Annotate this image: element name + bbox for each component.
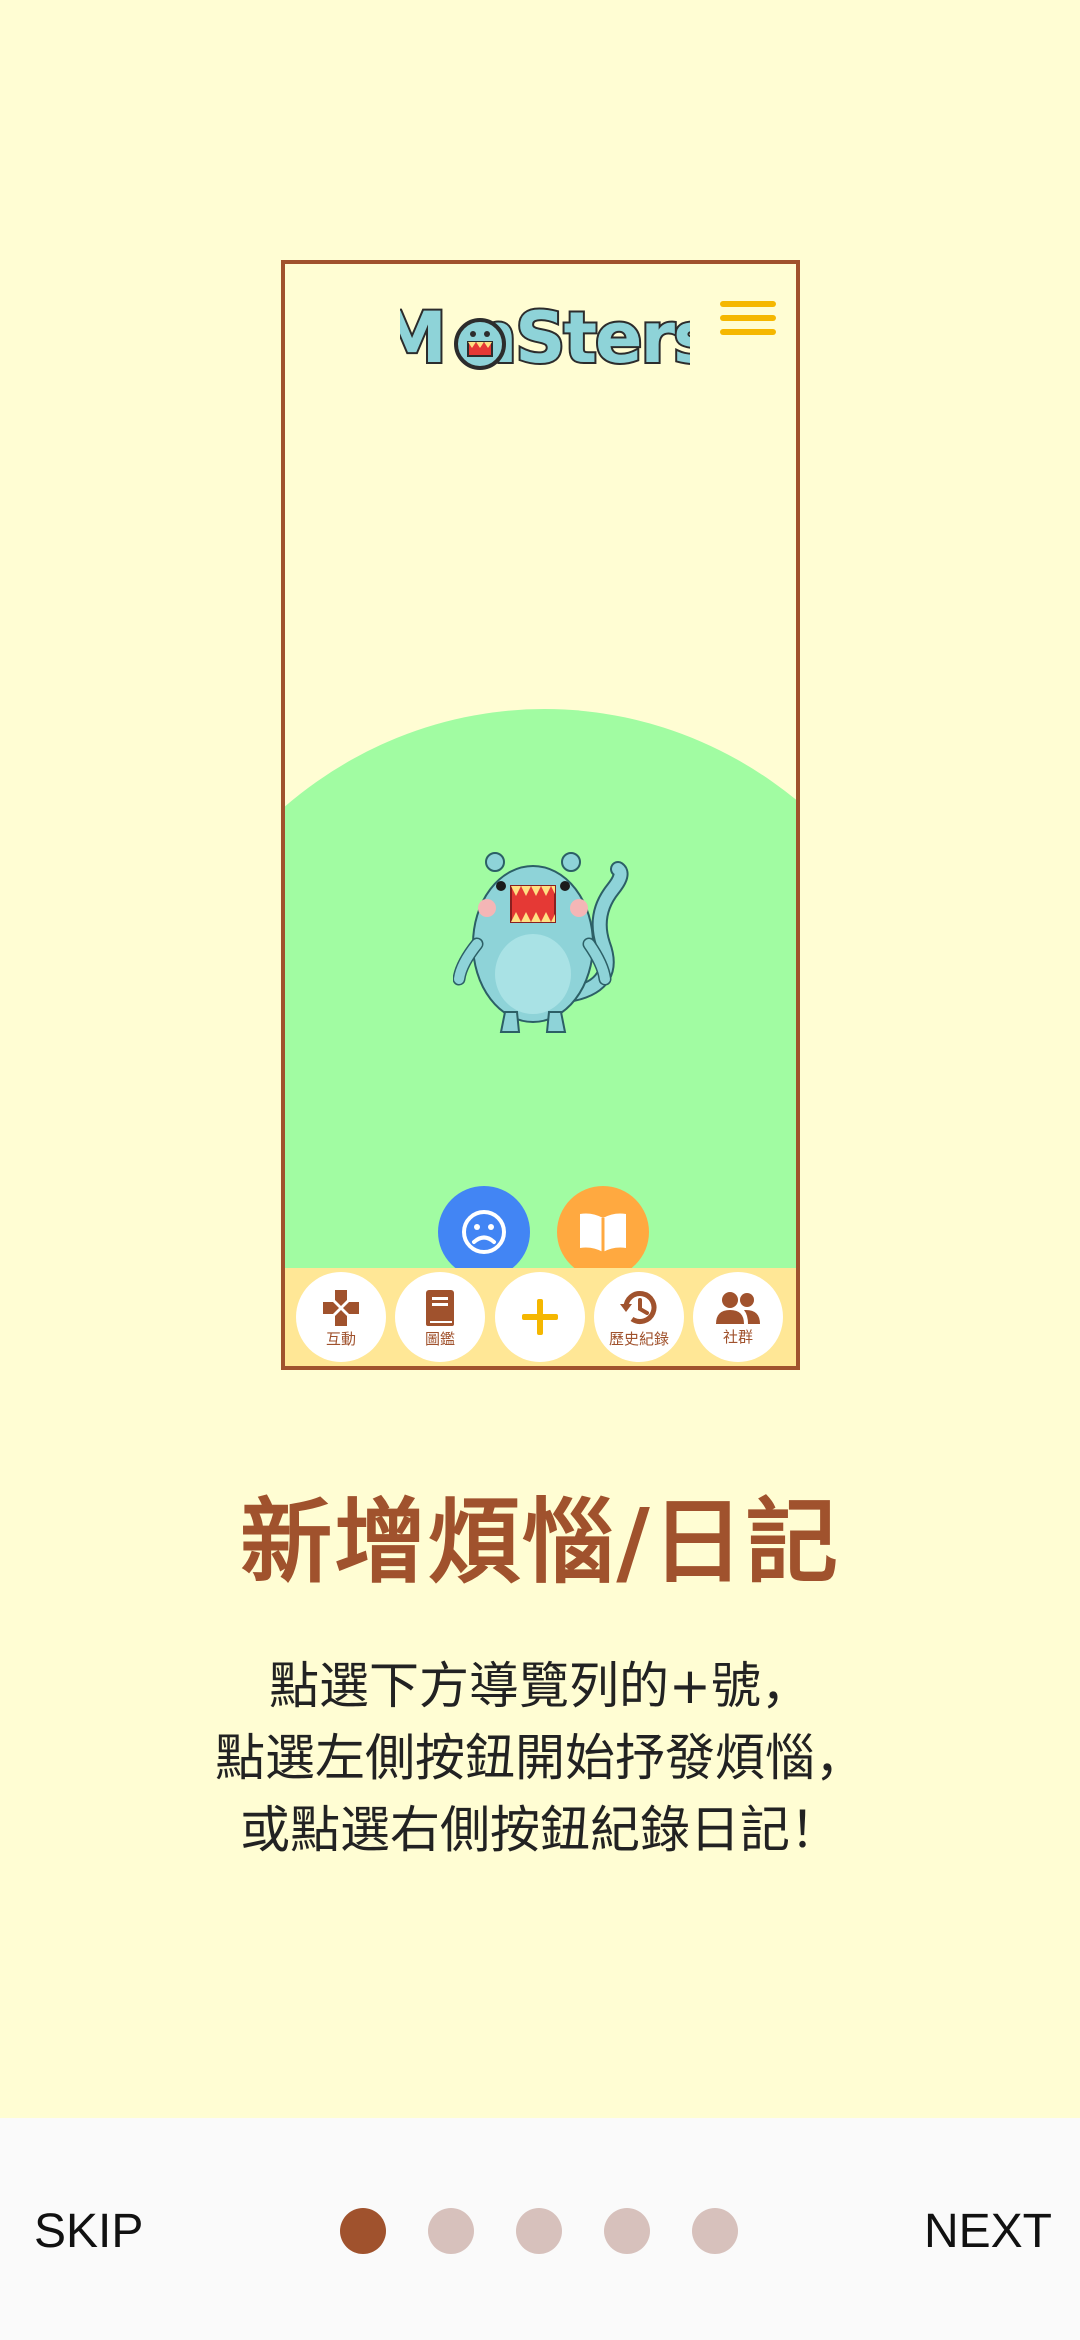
bottom-navigation-bar: 互動 圖鑑 歷史紀錄 社群	[285, 1268, 796, 1366]
page-dot[interactable]	[428, 2208, 474, 2254]
nav-item-interact[interactable]: 互動	[296, 1272, 386, 1362]
monster-character	[453, 852, 629, 1033]
next-button[interactable]: NEXT	[924, 2204, 1052, 2259]
description-line: 點選下方導覽列的+號，	[269, 1657, 811, 1715]
book-icon	[426, 1289, 454, 1326]
description-line: 或點選右側按鈕紀錄日記！	[240, 1801, 840, 1859]
plus-icon	[522, 1299, 558, 1335]
nav-item-community[interactable]: 社群	[693, 1272, 783, 1362]
page-dot[interactable]	[516, 2208, 562, 2254]
add-worry-button[interactable]	[438, 1186, 530, 1278]
sad-face-icon	[462, 1210, 506, 1254]
nav-item-history[interactable]: 歷史紀錄	[594, 1272, 684, 1362]
nav-item-collection[interactable]: 圖鑑	[395, 1272, 485, 1362]
add-diary-button[interactable]	[557, 1186, 649, 1278]
svg-text:M nSters: M nSters	[400, 297, 690, 379]
monsters-logo: M nSters	[400, 295, 690, 381]
nav-label: 互動	[325, 1329, 356, 1348]
description: 點選下方導覽列的+號， 點選左側按鈕開始抒發煩惱， 或點選右側按鈕紀錄日記！	[0, 1650, 1080, 1866]
nav-label: 歷史紀錄	[608, 1329, 669, 1348]
page-dot-active[interactable]	[340, 2208, 386, 2254]
onboarding-page: M nSters	[0, 0, 1080, 2340]
nav-item-add[interactable]	[495, 1272, 585, 1362]
page-dot[interactable]	[692, 2208, 738, 2254]
nav-label: 社群	[722, 1327, 753, 1346]
skip-button[interactable]: SKIP	[34, 2204, 143, 2259]
gamepad-icon	[323, 1289, 359, 1326]
page-title: 新增煩惱/日記	[240, 1489, 840, 1596]
nav-label: 圖鑑	[424, 1329, 455, 1348]
onboarding-bottom-bar: SKIP NEXT	[0, 2118, 1080, 2340]
page-dot[interactable]	[604, 2208, 650, 2254]
open-book-icon	[580, 1213, 626, 1252]
hamburger-menu-icon[interactable]	[720, 297, 776, 341]
app-preview-frame: M nSters	[281, 260, 800, 1370]
description-line: 點選左側按鈕開始抒發煩惱，	[215, 1729, 865, 1787]
page-indicator	[340, 2208, 740, 2254]
history-icon	[620, 1290, 657, 1324]
people-icon	[716, 1291, 760, 1324]
